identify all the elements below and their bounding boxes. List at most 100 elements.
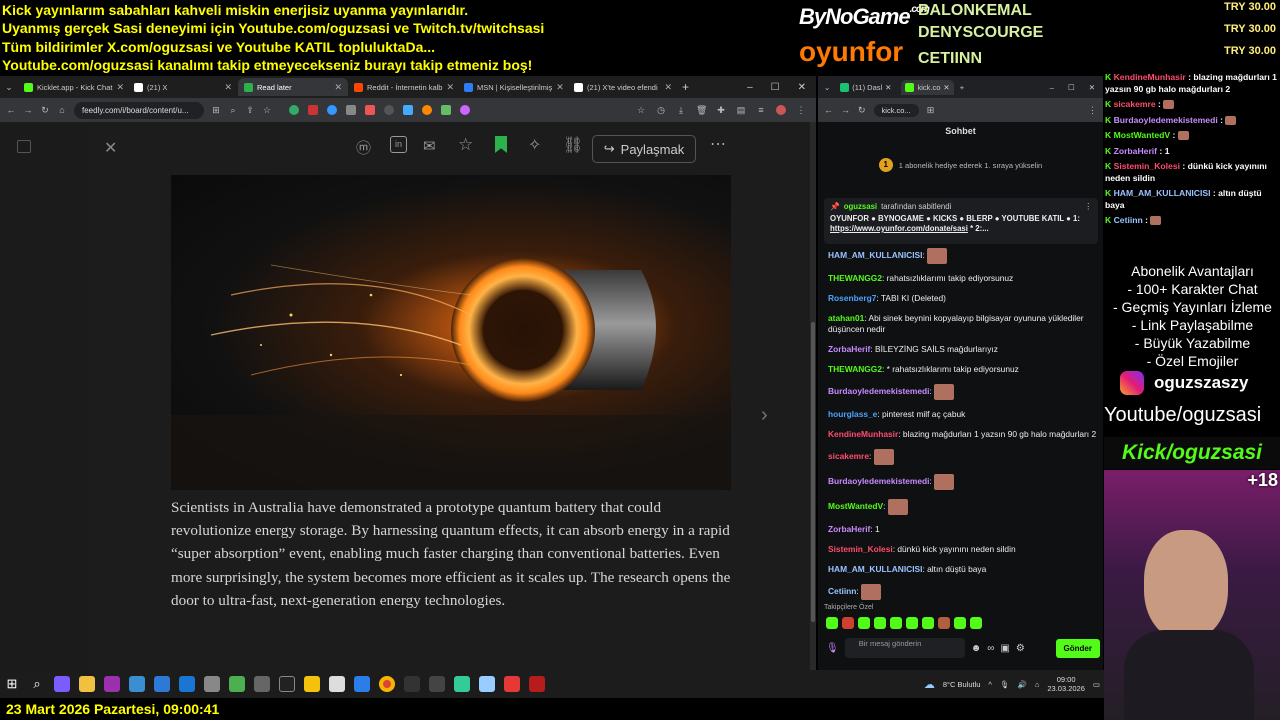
new-tab-button[interactable]: +: [682, 80, 689, 94]
close-tab-icon[interactable]: ✕: [556, 82, 564, 93]
network-icon[interactable]: ⌂: [1035, 680, 1040, 689]
browser-tab[interactable]: MSN | Kişiselleştirilmiş ✕: [458, 78, 568, 96]
chat-username[interactable]: Sistemin_Kolesi: [828, 544, 893, 554]
chat-username[interactable]: KendineMunhasir: [828, 429, 898, 439]
camera-icon[interactable]: [204, 676, 220, 692]
notification-icon[interactable]: ▭: [1093, 680, 1100, 689]
emote-icon[interactable]: [858, 617, 870, 629]
app-icon[interactable]: [454, 676, 470, 692]
weather-text[interactable]: 8°C Bulutlu: [943, 680, 981, 689]
extension-icon[interactable]: [327, 105, 337, 115]
ai-sparkle-icon[interactable]: ✧: [528, 135, 541, 155]
back-icon[interactable]: ←: [6, 105, 16, 115]
reload-icon[interactable]: ↻: [858, 105, 866, 116]
menu-dots-icon[interactable]: ⋮: [796, 105, 806, 115]
playlist-icon[interactable]: ≡: [756, 105, 766, 115]
start-icon[interactable]: ⊞: [4, 676, 20, 692]
file-explorer-icon[interactable]: [79, 676, 95, 692]
gift-leaderboard[interactable]: 1 1 abonelik hediye ederek 1. sıraya yük…: [818, 154, 1103, 176]
extension-icon[interactable]: [460, 105, 470, 115]
emote-icon[interactable]: [826, 617, 838, 629]
browser-tab-active[interactable]: Read later ✕: [238, 78, 348, 96]
app-icon[interactable]: [279, 676, 295, 692]
app-icon[interactable]: [54, 676, 70, 692]
emote-icon[interactable]: [970, 617, 982, 629]
pinned-message[interactable]: 📌 oguzsasi tarafından sabitlendi ⋮ OYUNF…: [824, 198, 1098, 244]
next-article-icon[interactable]: ›: [761, 404, 768, 427]
maximize-icon[interactable]: ☐: [1068, 83, 1075, 92]
history-icon[interactable]: ◷: [656, 105, 666, 115]
app-icon[interactable]: [329, 676, 345, 692]
badges-icon[interactable]: ∞: [987, 643, 994, 654]
chat-message-input[interactable]: Bir mesaj gönderin: [844, 638, 965, 658]
close-tab-icon[interactable]: ✕: [664, 82, 672, 93]
mic-icon[interactable]: 🎙: [826, 643, 839, 654]
bookmark-star-icon[interactable]: ☆: [262, 105, 272, 115]
back-icon[interactable]: ←: [824, 105, 833, 115]
email-icon[interactable]: ✉: [423, 137, 436, 155]
edge-icon[interactable]: [179, 676, 195, 692]
edge-icon[interactable]: [154, 676, 170, 692]
more-options-icon[interactable]: ⋯: [710, 134, 726, 154]
menu-dots-icon[interactable]: ⋮: [1088, 105, 1097, 116]
chat-username[interactable]: sicakemre: [828, 451, 869, 461]
chat-username[interactable]: HAM_AM_KULLANICISI: [828, 564, 922, 574]
chat-username[interactable]: ZorbaHerif: [828, 344, 870, 354]
search-icon[interactable]: ⌕: [29, 676, 45, 692]
settings-gear-icon[interactable]: ⚙: [1016, 643, 1025, 654]
chrome-icon[interactable]: [379, 676, 395, 692]
browser-tab[interactable]: (21) X'te video efendi ✕: [568, 78, 678, 96]
send-button[interactable]: Gönder: [1055, 638, 1100, 658]
forward-icon[interactable]: →: [23, 105, 33, 115]
read-later-bookmark-icon[interactable]: [495, 136, 507, 153]
extension-icon[interactable]: [441, 105, 451, 115]
browser-tab[interactable]: Kicklet.app - Kick Chat ✕: [18, 78, 128, 96]
scrollbar[interactable]: [810, 122, 816, 670]
maximize-icon[interactable]: ☐: [771, 82, 780, 93]
emote-icon[interactable]: [842, 617, 854, 629]
extension-icon[interactable]: [308, 105, 318, 115]
tray-chevron-icon[interactable]: ^: [988, 680, 992, 689]
extension-icon[interactable]: [365, 105, 375, 115]
new-tab-button[interactable]: +: [960, 83, 964, 92]
extension-icon[interactable]: [289, 105, 299, 115]
emoji-icon[interactable]: ☻: [971, 643, 982, 654]
favorite-star-icon[interactable]: ☆: [458, 135, 473, 155]
app-icon[interactable]: [404, 676, 420, 692]
share-icon[interactable]: ⇪: [245, 105, 255, 115]
app-icon[interactable]: [229, 676, 245, 692]
chat-username[interactable]: Burdaoyledemekistemedi: [828, 386, 929, 396]
app-icon[interactable]: [254, 676, 270, 692]
close-window-icon[interactable]: ✕: [798, 82, 806, 93]
chat-username[interactable]: Rosenberg7: [828, 293, 876, 303]
microphone-icon[interactable]: 🎙: [1000, 680, 1010, 689]
scrollbar-thumb[interactable]: [811, 322, 815, 622]
chat-username[interactable]: THEWANGG2: [828, 364, 882, 374]
app-icon[interactable]: [354, 676, 370, 692]
close-article-icon[interactable]: ✕: [104, 138, 117, 158]
tab-search-icon[interactable]: ⌄: [824, 83, 830, 92]
emote-icon[interactable]: [874, 617, 886, 629]
mastodon-icon[interactable]: ⓜ: [356, 137, 371, 158]
forward-icon[interactable]: →: [841, 105, 850, 115]
clock[interactable]: 09:00 23.03.2026: [1047, 675, 1085, 693]
puzzle-icon[interactable]: ✚: [716, 105, 726, 115]
linkedin-icon[interactable]: in: [390, 136, 407, 153]
tab-search-icon[interactable]: ⌄: [4, 82, 14, 92]
browser-tab[interactable]: (11) Dasl ✕: [836, 82, 895, 92]
url-field[interactable]: feedly.com/i/board/content/u...: [74, 101, 204, 119]
extension-icon[interactable]: [384, 105, 394, 115]
delete-icon[interactable]: 🗑: [696, 105, 707, 115]
chat-username[interactable]: Cetiinn: [828, 586, 856, 596]
onenote-icon[interactable]: [104, 676, 120, 692]
install-icon[interactable]: ⊞: [927, 105, 935, 116]
browser-tab[interactable]: Reddit - İnternetin kalb ✕: [348, 78, 458, 96]
sticky-notes-icon[interactable]: [304, 676, 320, 692]
bookmark-icon[interactable]: ☆: [636, 105, 646, 115]
chat-username[interactable]: hourglass_e: [828, 409, 877, 419]
close-tab-icon[interactable]: ✕: [943, 83, 949, 92]
app-icon[interactable]: [479, 676, 495, 692]
extension-icon[interactable]: [346, 105, 356, 115]
browser-tab-active[interactable]: kick.co ✕: [901, 79, 954, 95]
install-icon[interactable]: ⊞: [211, 105, 221, 115]
